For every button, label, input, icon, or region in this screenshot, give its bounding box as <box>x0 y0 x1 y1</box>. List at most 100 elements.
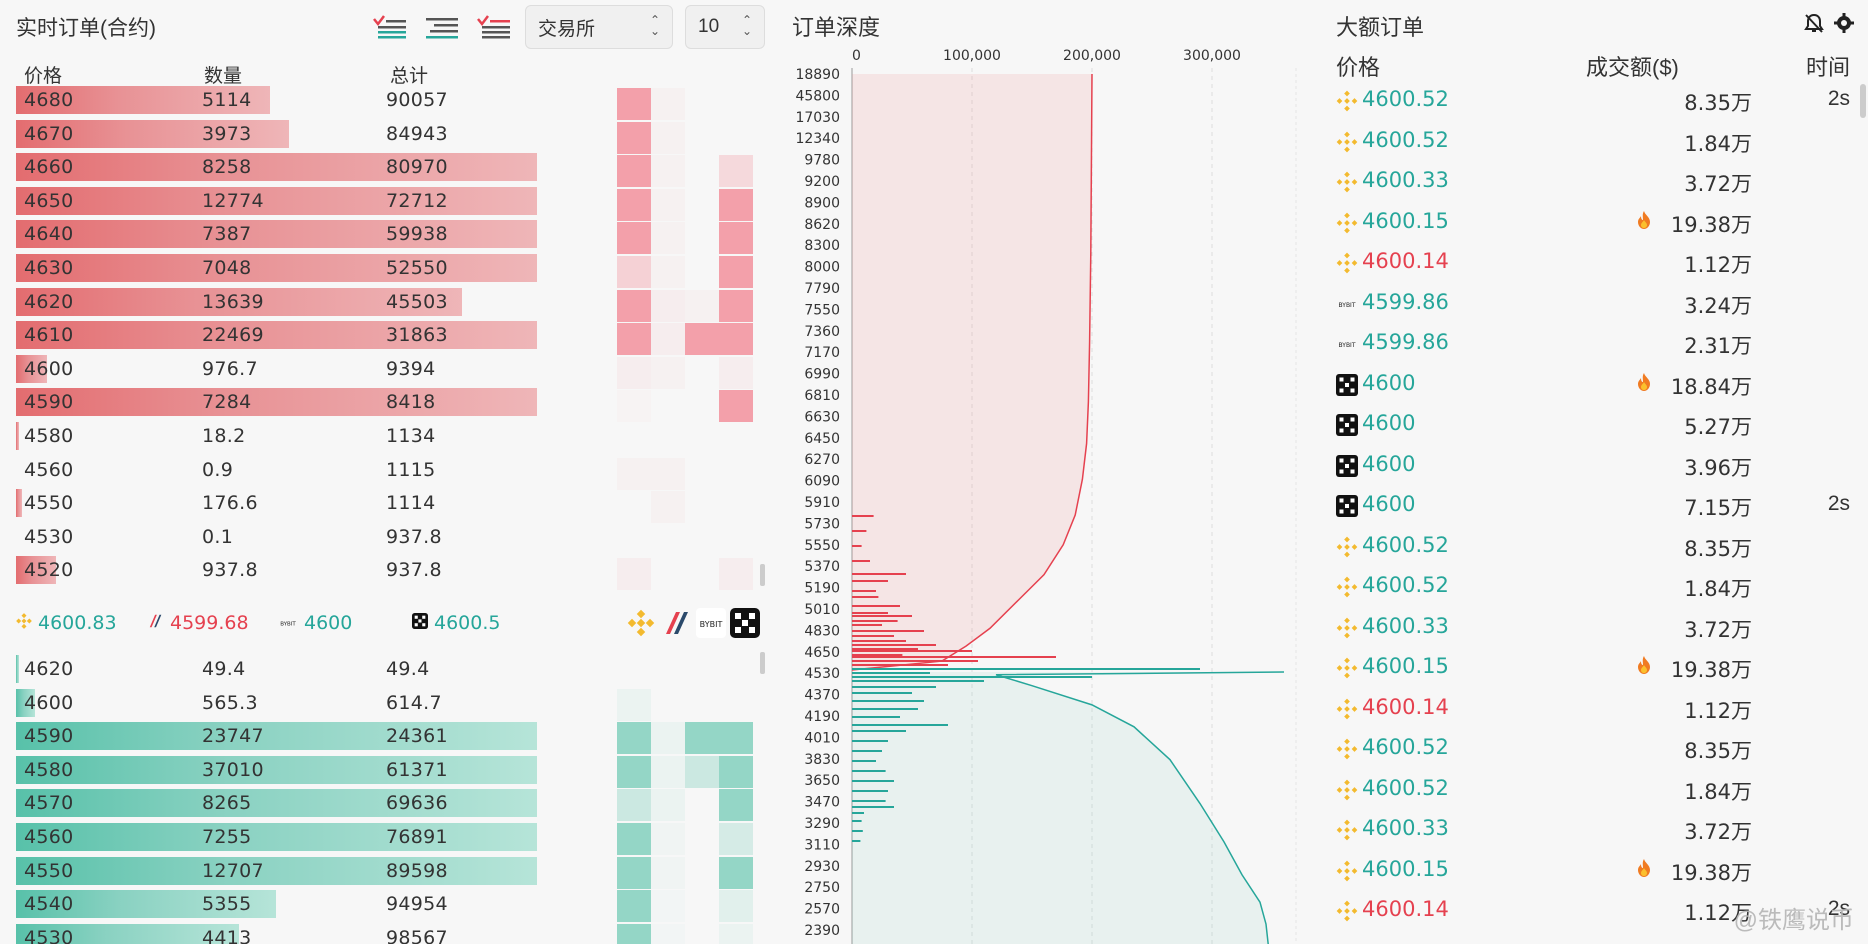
bid-depth-bar <box>16 722 537 751</box>
ask-level-bar <box>852 630 924 632</box>
ask-row[interactable]: 4630 7048 52550 <box>16 252 539 284</box>
depth-y-label: 4370 <box>804 688 840 704</box>
bid-row[interactable]: 4570 8265 69636 <box>16 787 539 819</box>
bid-row[interactable]: 4550 12707 89598 <box>16 855 539 887</box>
ask-row[interactable]: 4620 13639 45503 <box>16 286 539 318</box>
bybit-logo-icon[interactable]: BYBIT <box>696 608 726 638</box>
ask-heat-cell <box>617 558 651 591</box>
big-order-time: 2s <box>1827 87 1850 110</box>
bid-level-bar <box>852 806 894 808</box>
exchange-select[interactable]: 交易所 ⌃ ⌄ <box>525 5 673 49</box>
bid-row[interactable]: 4530 4413 98567 <box>16 922 539 944</box>
big-order-row[interactable]: 4600 18.84万 <box>1330 364 1850 404</box>
ask-level-bar <box>852 635 894 637</box>
depth-select[interactable]: 10 ⌃ ⌄ <box>685 5 765 49</box>
okx-icon <box>1336 373 1358 396</box>
depth-y-label: 3650 <box>804 773 840 789</box>
bid-level-bar <box>852 770 886 772</box>
ask-row[interactable]: 4670 3973 84943 <box>16 118 539 150</box>
big-order-amount: 18.84万 <box>1670 374 1752 399</box>
big-order-row[interactable]: 4600.52 1.84万 <box>1330 121 1850 161</box>
view-bids-icon[interactable] <box>424 14 460 42</box>
big-order-row[interactable]: BYBIT 4599.86 2.31万 <box>1330 323 1850 363</box>
ask-row[interactable]: 4660 8258 80970 <box>16 151 539 183</box>
ask-row[interactable]: 4560 0.9 1115 <box>16 454 539 486</box>
ask-heat-cell <box>685 289 719 322</box>
ask-row[interactable]: 4680 5114 90057 <box>16 84 539 116</box>
big-order-price: 4600.33 <box>1362 613 1449 638</box>
bid-scrollbar[interactable] <box>760 652 765 674</box>
bid-depth-bar <box>16 789 537 818</box>
ask-row[interactable]: 4520 937.8 937.8 <box>16 554 539 586</box>
big-order-row[interactable]: 4600 5.27万 <box>1330 404 1850 444</box>
ask-total: 1134 <box>386 425 436 447</box>
bid-level-bar <box>852 840 861 842</box>
big-order-row[interactable]: 4600.52 8.35万 <box>1330 526 1850 566</box>
big-order-row[interactable]: 4600 7.15万 2s <box>1330 485 1850 525</box>
view-both-icon[interactable] <box>372 14 408 42</box>
big-order-row[interactable]: 4600 3.96万 <box>1330 445 1850 485</box>
big-order-row[interactable]: 4600.52 8.35万 2s <box>1330 80 1850 120</box>
ask-heat-cell <box>651 289 685 322</box>
big-order-price: 4600.33 <box>1362 168 1449 192</box>
exchange-price-binance: 4600.83 <box>16 612 117 634</box>
bid-row[interactable]: 4540 5355 94954 <box>16 888 539 920</box>
ask-row[interactable]: 4590 7284 8418 <box>16 386 539 418</box>
bid-total: 69636 <box>386 792 448 815</box>
ask-level-bar <box>852 615 912 617</box>
big-order-row[interactable]: 4600.52 8.35万 <box>1330 728 1850 768</box>
binance-icon <box>1336 131 1358 153</box>
big-order-row[interactable]: BYBIT 4599.86 3.24万 <box>1330 283 1850 323</box>
big-order-row[interactable]: 4600.52 1.84万 <box>1330 566 1850 606</box>
ask-scrollbar[interactable] <box>760 564 765 586</box>
okx-logo-icon[interactable] <box>730 608 760 638</box>
big-order-row[interactable]: 4600.15 19.38万 <box>1330 202 1850 242</box>
bid-row[interactable]: 4620 49.4 49.4 <box>16 653 539 685</box>
binance-icon <box>1336 576 1358 598</box>
huobi-logo-icon[interactable] <box>662 608 692 638</box>
big-order-row[interactable]: 4600.52 1.84万 <box>1330 769 1850 809</box>
big-orders-scrollbar[interactable] <box>1860 84 1866 118</box>
bid-level-bar <box>852 800 886 802</box>
ask-row[interactable]: 4580 18.2 1134 <box>16 420 539 452</box>
ask-row[interactable]: 4650 12774 72712 <box>16 185 539 217</box>
big-order-row[interactable]: 4600.33 3.72万 <box>1330 161 1850 201</box>
bid-row[interactable]: 4560 7255 76891 <box>16 821 539 853</box>
ask-heat-cell <box>617 155 651 188</box>
binance-icon <box>16 612 32 634</box>
big-order-row[interactable]: 4600.33 3.72万 <box>1330 809 1850 849</box>
big-order-price: 4600 <box>1362 411 1416 435</box>
binance-logo-icon[interactable] <box>626 608 656 638</box>
exchange-price-okx: 4600.5 <box>412 612 500 634</box>
gear-icon[interactable] <box>1833 12 1855 34</box>
big-order-row[interactable]: 4600.14 1.12万 <box>1330 242 1850 282</box>
depth-y-label: 5190 <box>804 581 840 597</box>
big-order-row[interactable]: 4600.15 19.38万 <box>1330 850 1850 890</box>
ask-row[interactable]: 4640 7387 59938 <box>16 218 539 250</box>
ask-total: 84943 <box>386 122 448 145</box>
bid-row[interactable]: 4580 37010 61371 <box>16 754 539 786</box>
ask-row[interactable]: 4550 176.6 1114 <box>16 487 539 519</box>
bid-heat-cell <box>651 856 685 889</box>
ask-row[interactable]: 4600 976.7 9394 <box>16 353 539 385</box>
depth-y-label: 17030 <box>795 110 840 126</box>
ask-heat-cell <box>651 155 685 188</box>
depth-y-label: 8300 <box>804 238 840 254</box>
bell-off-icon[interactable] <box>1803 12 1825 34</box>
binance-icon <box>1336 212 1358 234</box>
big-order-row[interactable]: 4600.33 3.72万 <box>1330 607 1850 647</box>
big-order-row[interactable]: 4600.15 19.38万 <box>1330 647 1850 687</box>
ask-total: 8418 <box>386 391 436 414</box>
exchange-price-value: 4600.83 <box>38 612 117 634</box>
view-asks-icon[interactable] <box>476 14 512 42</box>
big-order-row[interactable]: 4600.14 1.12万 <box>1330 688 1850 728</box>
bid-heat-cell <box>719 755 753 788</box>
bid-price: 4540 <box>24 893 74 916</box>
ask-level-bar <box>852 605 900 607</box>
ask-row[interactable]: 4610 22469 31863 <box>16 319 539 351</box>
ask-row[interactable]: 4530 0.1 937.8 <box>16 521 539 553</box>
bid-row[interactable]: 4600 565.3 614.7 <box>16 687 539 719</box>
bid-row[interactable]: 4590 23747 24361 <box>16 720 539 752</box>
ask-heat-cell <box>651 88 685 120</box>
big-order-price: 4600.14 <box>1362 694 1449 719</box>
